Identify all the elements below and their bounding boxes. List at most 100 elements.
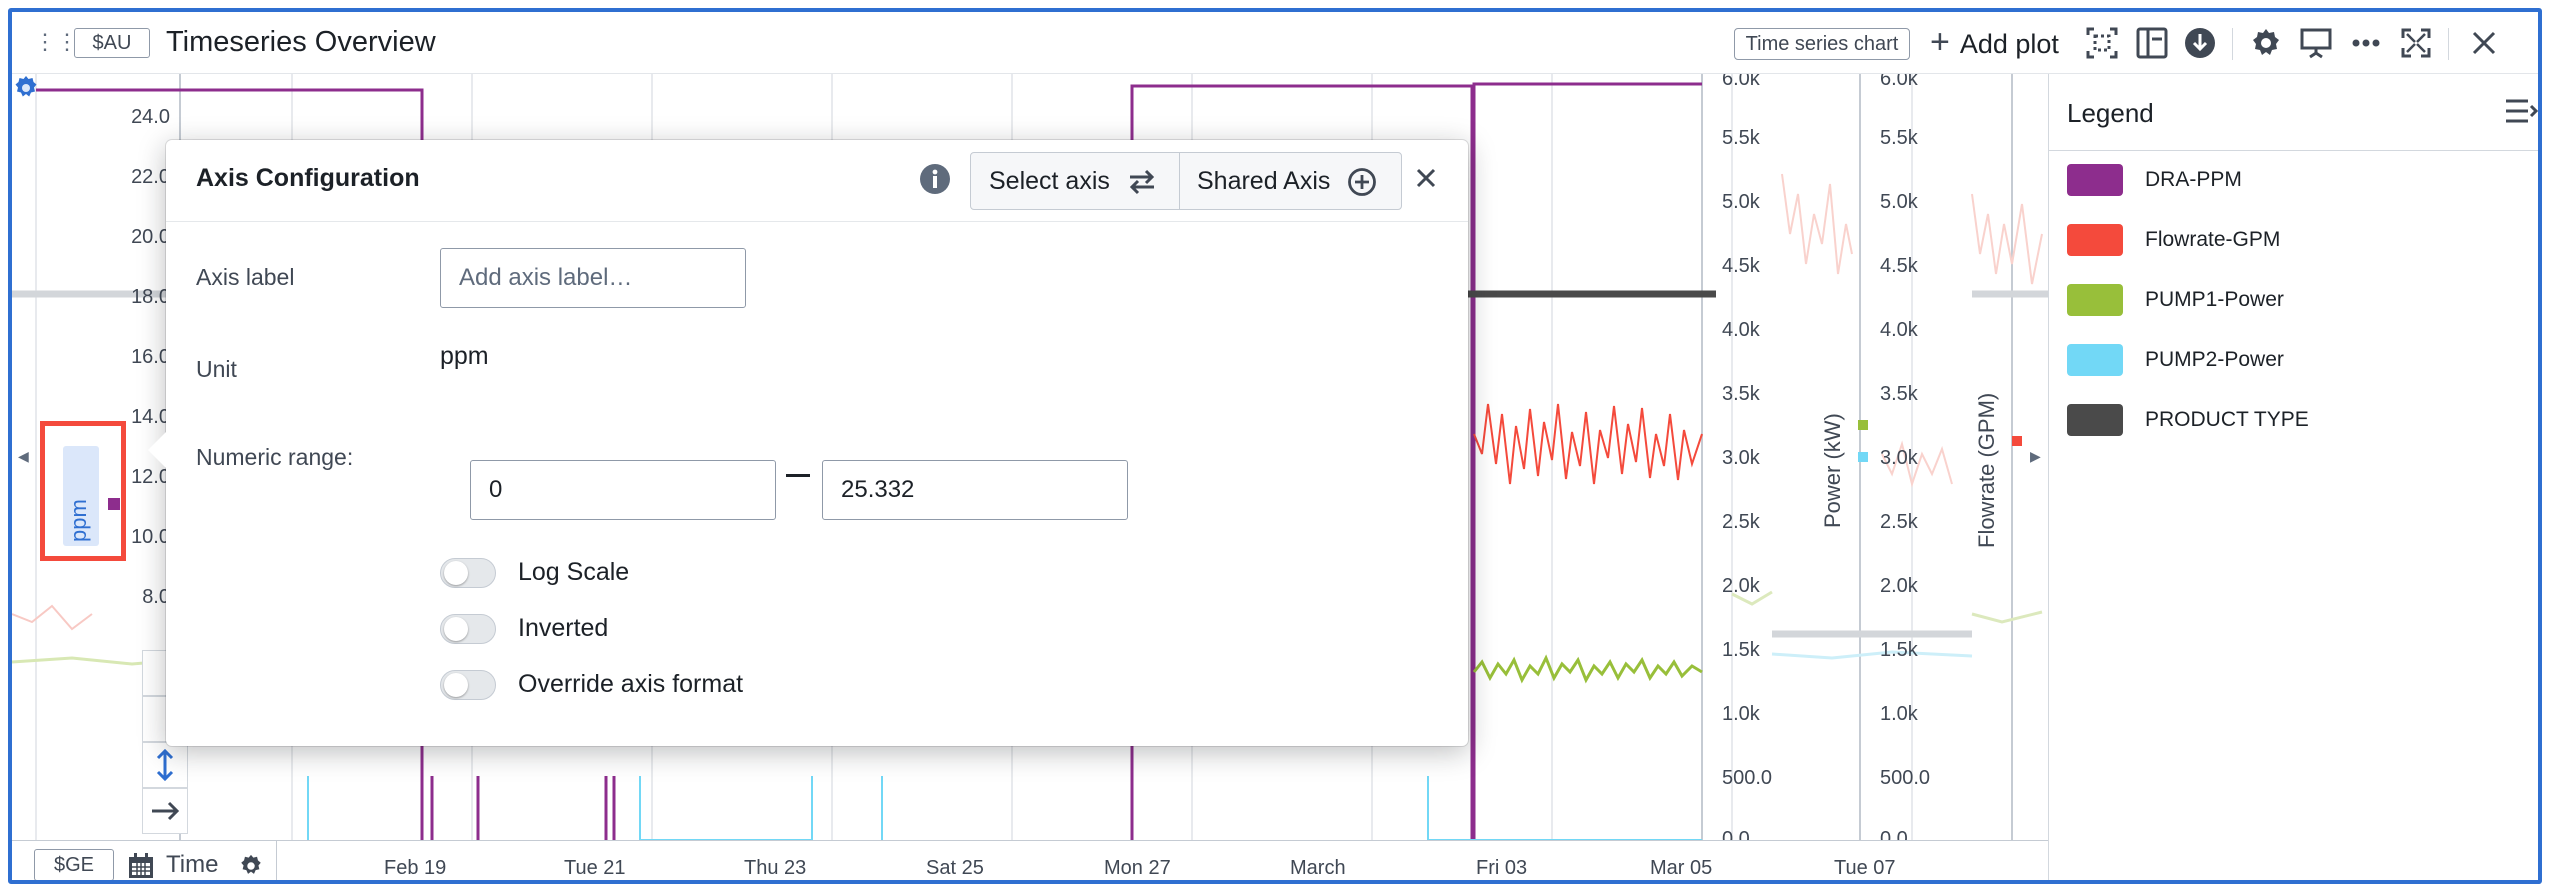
range-min-input[interactable] bbox=[470, 460, 776, 520]
y-tick: 8.0 bbox=[142, 586, 170, 608]
presentation-icon[interactable] bbox=[2298, 25, 2334, 61]
flowrate-tick: 0.0 bbox=[1880, 828, 1908, 840]
more-options-icon[interactable] bbox=[2348, 25, 2384, 61]
pan-right-button[interactable] bbox=[142, 788, 188, 834]
power-tick: 3.5k bbox=[1722, 383, 1760, 405]
power-tick: 3.0k bbox=[1722, 447, 1760, 469]
axis-label-field-label: Axis label bbox=[196, 264, 295, 290]
y-tick: 16.0 bbox=[131, 346, 170, 368]
axis-label-input[interactable] bbox=[440, 248, 746, 308]
select-axis-label: Select axis bbox=[989, 167, 1110, 195]
ppm-axis-label[interactable]: ppm bbox=[66, 499, 92, 542]
x-tick: Mar 05 bbox=[1650, 857, 1713, 879]
flowrate-axis-title[interactable]: Flowrate (GPM) bbox=[1974, 393, 2000, 548]
time-axis-gear-icon[interactable] bbox=[238, 853, 264, 879]
x-tick: Feb 19 bbox=[384, 857, 447, 879]
y-tick: 20.0 bbox=[131, 226, 170, 248]
vertical-fit-button[interactable] bbox=[142, 742, 188, 788]
power-tick: 4.0k bbox=[1722, 319, 1760, 341]
range-max-input[interactable] bbox=[822, 460, 1128, 520]
override-axis-format-toggle[interactable] bbox=[440, 670, 496, 700]
legend-swatch bbox=[2067, 164, 2123, 196]
log-scale-toggle[interactable] bbox=[440, 558, 496, 588]
flowrate-tick: 3.0k bbox=[1880, 447, 1918, 469]
time-axis-divider bbox=[276, 841, 277, 880]
chart-type-badge[interactable]: Time series chart bbox=[1734, 28, 1910, 60]
legend-swatch bbox=[2067, 404, 2123, 436]
add-plot-button[interactable]: + Add plot bbox=[1930, 24, 2059, 60]
legend-item-label: PUMP2-Power bbox=[2145, 348, 2284, 371]
power-tick: 6.0k bbox=[1722, 74, 1760, 90]
panel-tag[interactable]: $AU bbox=[74, 28, 150, 58]
gear-icon[interactable] bbox=[2248, 25, 2284, 61]
swap-icon bbox=[1129, 170, 1154, 195]
x-tick: Fri 03 bbox=[1476, 857, 1528, 879]
close-panel-icon[interactable] bbox=[2466, 25, 2502, 61]
scroll-left-icon[interactable]: ◀ bbox=[18, 448, 29, 465]
x-tick: Mon 27 bbox=[1104, 857, 1171, 879]
flowrate-series bbox=[1473, 403, 1703, 485]
unit-label: Unit bbox=[196, 356, 237, 382]
power-axis-title[interactable]: Power (kW) bbox=[1820, 413, 1846, 528]
flowrate-tick: 2.0k bbox=[1880, 575, 1918, 597]
dra-ppm-axis-marker bbox=[108, 498, 120, 510]
vertical-expand-icon bbox=[156, 748, 174, 782]
flowrate-tick: 4.0k bbox=[1880, 319, 1918, 341]
flowrate-series-faded bbox=[1971, 193, 2043, 285]
dra-ppm-series-detail bbox=[430, 776, 616, 840]
maximize-icon[interactable] bbox=[2398, 25, 2434, 61]
inverted-toggle[interactable] bbox=[440, 614, 496, 644]
power-tick: 500.0 bbox=[1722, 767, 1773, 789]
axis-settings-gear-icon[interactable] bbox=[12, 74, 40, 102]
info-icon[interactable] bbox=[918, 162, 952, 196]
pump1-axis-marker bbox=[1858, 420, 1868, 430]
time-axis-bar: $GE Time Feb 19 Tue 21 Thu 23 Sat 25 Mon… bbox=[12, 840, 2048, 881]
button-group-divider bbox=[1179, 153, 1180, 209]
drag-handle-icon[interactable]: ⋮⋮ bbox=[34, 28, 78, 56]
toggle-knob bbox=[444, 561, 468, 585]
legend-panel: Legend DRA-PPM Flowrate-GPM PUMP1-Power … bbox=[2048, 74, 2538, 880]
power-tick: 0.0 bbox=[1722, 828, 1750, 840]
pump2-power-series-faded bbox=[1771, 650, 1973, 660]
time-axis-tag[interactable]: $GE bbox=[34, 849, 114, 880]
select-axis-button[interactable]: Select axis bbox=[989, 153, 1157, 209]
inverted-label: Inverted bbox=[518, 614, 609, 642]
legend-item-label: PRODUCT TYPE bbox=[2145, 408, 2309, 431]
power-tick: 5.5k bbox=[1722, 127, 1760, 149]
flowrate-tick: 2.5k bbox=[1880, 511, 1918, 533]
y-tick: 18.0 bbox=[131, 286, 170, 308]
toolbar-divider bbox=[2448, 28, 2449, 60]
calendar-icon[interactable] bbox=[126, 851, 156, 881]
legend-menu-icon[interactable] bbox=[2504, 96, 2538, 126]
override-axis-format-label: Override axis format bbox=[518, 670, 744, 698]
legend-item-label: PUMP1-Power bbox=[2145, 288, 2284, 311]
range-separator bbox=[786, 474, 810, 477]
flowrate-tick: 5.5k bbox=[1880, 127, 1918, 149]
flowrate-tick: 3.5k bbox=[1880, 383, 1918, 405]
layout-panel-icon[interactable] bbox=[2134, 25, 2170, 61]
shared-axis-button[interactable]: Shared Axis bbox=[1197, 153, 1377, 209]
power-tick: 5.0k bbox=[1722, 191, 1760, 213]
timeseries-panel: ⋮⋮ $AU Timeseries Overview Time series c… bbox=[8, 8, 2542, 884]
add-plot-label: Add plot bbox=[1959, 29, 2059, 59]
flowrate-tick: 5.0k bbox=[1880, 191, 1918, 213]
panel-title[interactable]: Timeseries Overview bbox=[166, 24, 436, 60]
x-tick: March bbox=[1290, 857, 1346, 879]
power-tick: 2.5k bbox=[1722, 511, 1760, 533]
power-tick: 1.0k bbox=[1722, 703, 1760, 725]
flowrate-tick: 4.5k bbox=[1880, 255, 1918, 277]
flowrate-tick: 1.5k bbox=[1880, 639, 1918, 661]
plus-icon: + bbox=[1930, 23, 1950, 61]
scroll-right-icon[interactable]: ▶ bbox=[2030, 448, 2041, 465]
axis-configuration-popover: Axis Configuration Select axis Shared Ax… bbox=[148, 140, 1468, 746]
download-icon[interactable] bbox=[2182, 25, 2218, 61]
arrow-right-icon bbox=[152, 801, 180, 821]
close-icon[interactable] bbox=[1408, 160, 1444, 196]
select-region-icon[interactable] bbox=[2084, 25, 2120, 61]
panel-header: ⋮⋮ $AU Timeseries Overview Time series c… bbox=[12, 12, 2538, 74]
legend-swatch bbox=[2067, 344, 2123, 376]
flowrate-series-faded bbox=[1781, 173, 1853, 275]
power-tick: 2.0k bbox=[1722, 575, 1760, 597]
shared-axis-label: Shared Axis bbox=[1197, 167, 1331, 195]
x-tick: Tue 07 bbox=[1834, 857, 1896, 879]
